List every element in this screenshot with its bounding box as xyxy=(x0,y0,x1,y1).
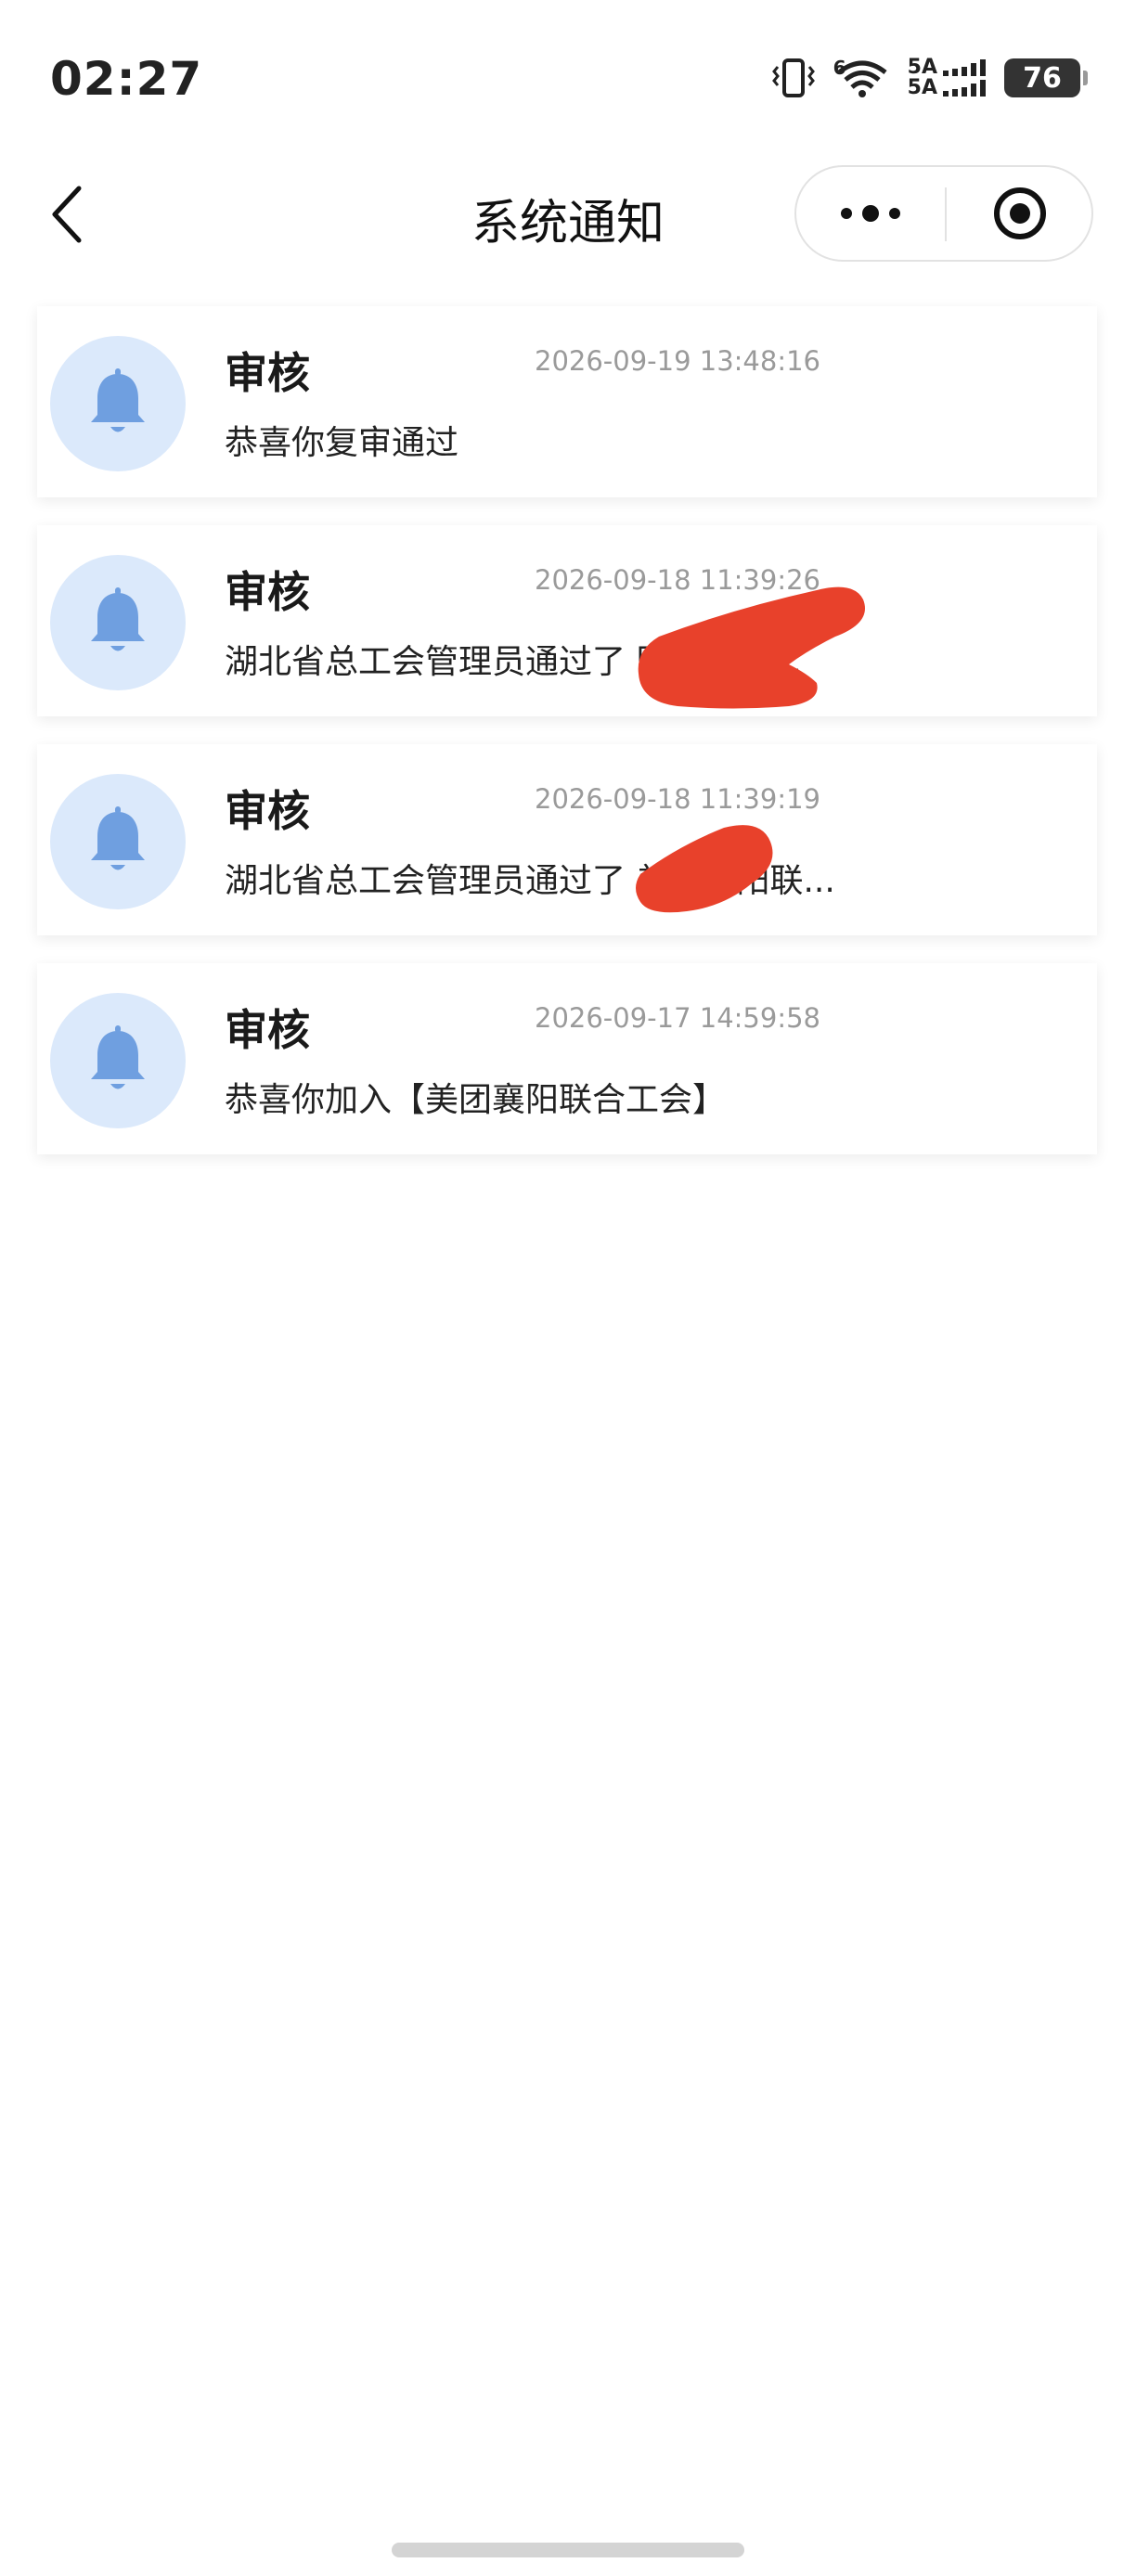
bell-icon xyxy=(91,368,145,432)
status-time: 02:27 xyxy=(50,52,203,106)
more-button[interactable] xyxy=(796,167,945,260)
bell-icon xyxy=(91,587,145,651)
wifi-label: 6 xyxy=(833,57,846,79)
notice-time: 2026-09-17 14:59:58 xyxy=(535,1002,820,1034)
avatar xyxy=(50,774,186,909)
notice-time: 2026-09-18 11:39:26 xyxy=(535,564,820,596)
battery-indicator: 76 xyxy=(1004,58,1088,97)
notice-content: 恭喜你复审通过 xyxy=(225,424,459,462)
notice-title: 审核 xyxy=(225,786,310,836)
avatar xyxy=(50,336,186,471)
avatar xyxy=(50,555,186,690)
notice-item[interactable]: 审核 2026-09-17 14:59:58 恭喜你加入【美团襄阳联合工会】 xyxy=(37,963,1097,1154)
notice-content: 湖北省总工会管理员通过了 美团襄阳联... xyxy=(225,862,835,900)
bell-icon xyxy=(91,1025,145,1089)
target-close-icon xyxy=(994,187,1046,239)
close-button[interactable] xyxy=(947,167,1093,260)
notice-item[interactable]: 审核 2026-09-18 11:39:26 湖北省总工会管理员通过了 团襄阳联… xyxy=(37,525,1097,716)
notice-title: 审核 xyxy=(225,1005,310,1055)
mini-program-capsule xyxy=(794,165,1093,262)
notice-time: 2026-09-19 13:48:16 xyxy=(535,345,820,377)
notice-item[interactable]: 审核 2026-09-19 13:48:16 恭喜你复审通过 xyxy=(37,306,1097,497)
battery-level: 76 xyxy=(1023,61,1062,95)
vibrate-icon xyxy=(771,58,815,97)
sim1-label: 5A xyxy=(907,56,937,79)
cellular-status: 5A 5A xyxy=(908,58,988,98)
wifi-status: 6 xyxy=(833,58,891,98)
bell-icon xyxy=(91,806,145,870)
status-bar: 02:27 6 5A 5A 76 xyxy=(0,0,1136,158)
avatar xyxy=(50,993,186,1128)
notice-list: 审核 2026-09-19 13:48:16 恭喜你复审通过 审核 2026-0… xyxy=(37,306,1097,1182)
notice-item[interactable]: 审核 2026-09-18 11:39:19 湖北省总工会管理员通过了 美团襄阳… xyxy=(37,744,1097,935)
sim2-label: 5A xyxy=(907,76,937,99)
more-dots-icon xyxy=(841,205,900,222)
notice-title: 审核 xyxy=(225,348,310,398)
status-icons: 6 5A 5A 76 xyxy=(770,58,1088,98)
notice-content: 湖北省总工会管理员通过了 团襄阳联... xyxy=(225,643,802,681)
nav-bar: 系统通知 xyxy=(0,158,1136,269)
notice-title: 审核 xyxy=(225,567,310,617)
home-indicator[interactable] xyxy=(392,2543,744,2557)
notice-time: 2026-09-18 11:39:19 xyxy=(535,783,820,815)
notice-content: 恭喜你加入【美团襄阳联合工会】 xyxy=(225,1081,727,1119)
signal-icon xyxy=(943,59,986,97)
